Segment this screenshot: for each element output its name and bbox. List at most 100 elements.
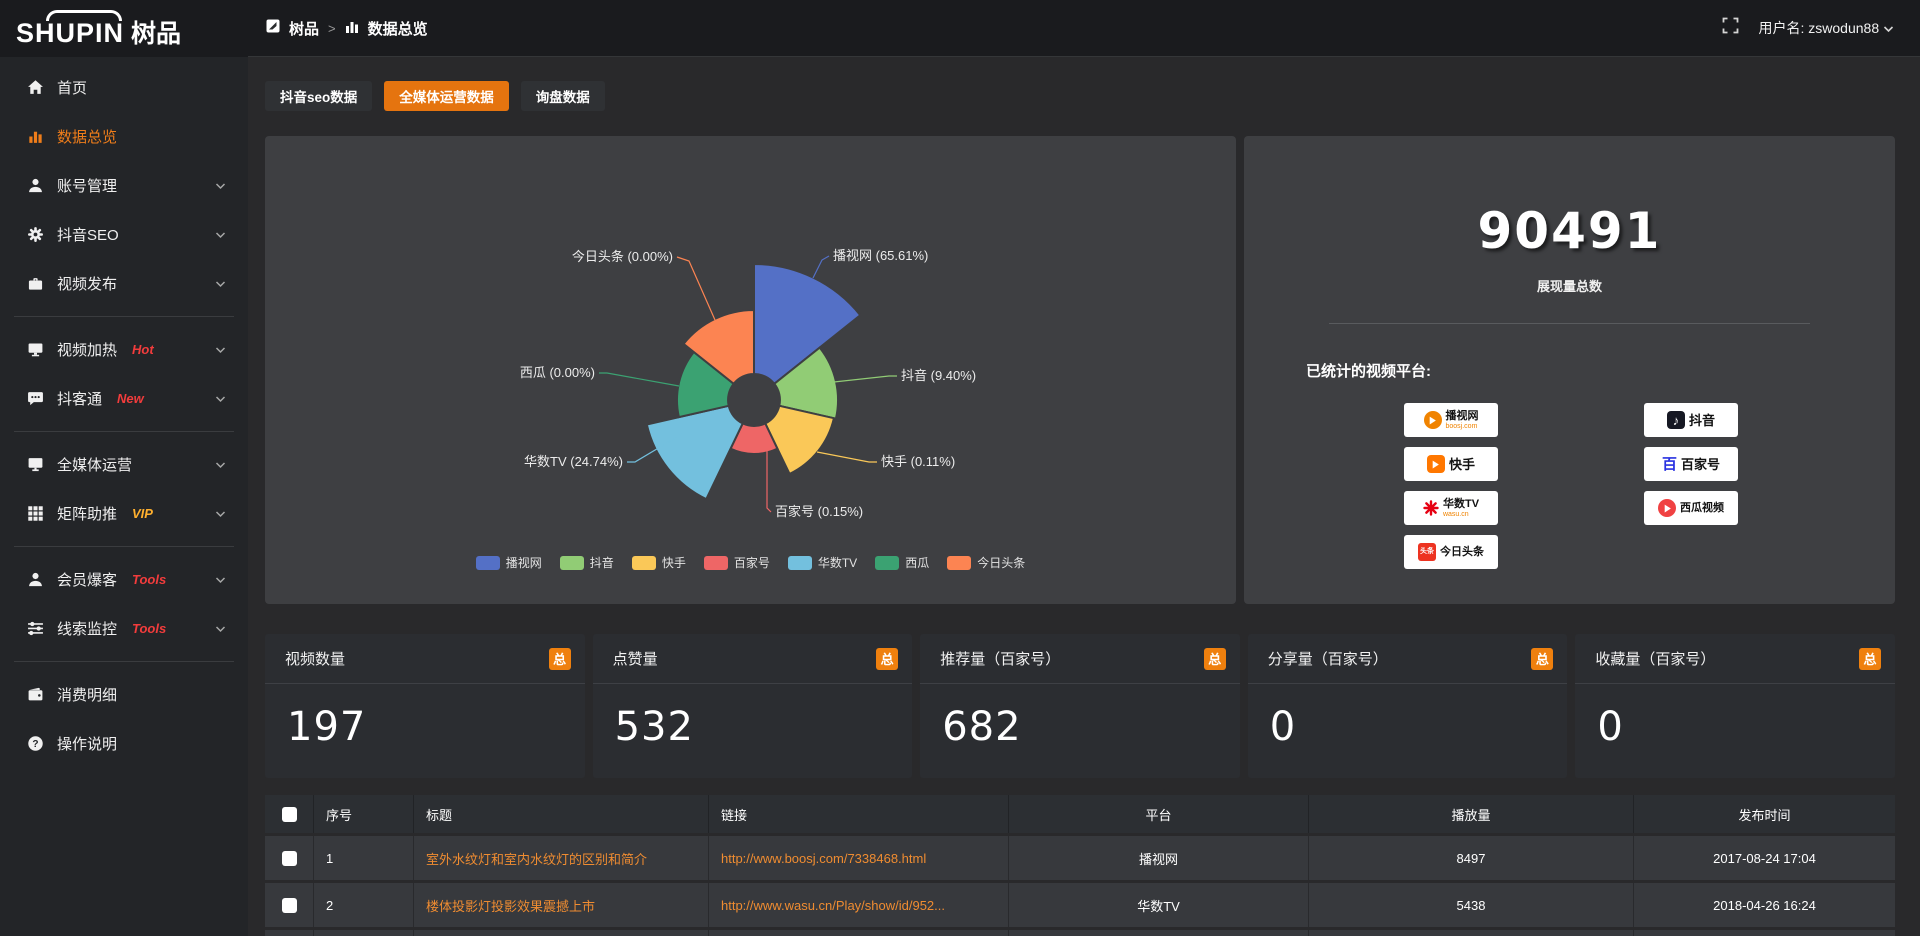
breadcrumb-separator: > (328, 21, 336, 36)
sliders-icon (26, 620, 44, 638)
pie-slice-label: 抖音 (9.40%) (901, 368, 976, 383)
stat-card-label: 分享量（百家号） (1268, 648, 1388, 669)
svg-text:?: ? (32, 739, 38, 750)
platform-logo-grid: 播视网boosj.com♪抖音快手百百家号华数TVwasu.cn西瓜视频头条今日… (1404, 403, 1895, 569)
row-time: 2017-08-24 17:04 (1633, 836, 1895, 880)
sidebar-item-label: 会员爆客 (57, 569, 117, 590)
legend-swatch (788, 556, 812, 570)
row-title[interactable]: 楼体投影灯投影效果震撼上市 (413, 883, 708, 927)
platform-card-text: 抖音 (1689, 414, 1715, 427)
topbar: 树品 > 数据总览 用户名: zswodun88 (248, 0, 1920, 57)
sidebar-item-label: 全媒体运营 (57, 454, 132, 475)
row-link[interactable] (708, 930, 1008, 936)
app-root: SHUPIN 树品 首页数据总览账号管理抖音SEO视频发布视频加热Hot抖客通N… (0, 0, 1920, 936)
legend-item[interactable]: 今日头条 (947, 554, 1025, 571)
stat-card-header: 点赞量总 (593, 634, 913, 684)
stat-card-2: 点赞量总532 (593, 634, 913, 778)
tab-2[interactable]: 全媒体运营数据 (384, 81, 509, 111)
chevron-down-icon (215, 275, 226, 292)
table-header-cell: 发布时间 (1633, 795, 1895, 833)
total-badge: 总 (1859, 648, 1881, 670)
row-link[interactable]: http://www.boosj.com/7338468.html (708, 836, 1008, 880)
sidebar-item-grid[interactable]: 矩阵助推VIP (0, 489, 248, 538)
chevron-down-icon (215, 620, 226, 637)
sidebar-item-chat[interactable]: 抖客通New (0, 374, 248, 423)
pie-slice-5[interactable] (647, 406, 743, 499)
row-title[interactable] (413, 930, 708, 936)
sidebar-item-display[interactable]: 全媒体运营 (0, 440, 248, 489)
row-link[interactable]: http://www.wasu.cn/Play/show/id/952... (708, 883, 1008, 927)
tab-1[interactable]: 抖音seo数据 (265, 81, 372, 111)
chevron-down-icon (215, 571, 226, 588)
tab-3[interactable]: 询盘数据 (521, 81, 605, 111)
breadcrumb-root[interactable]: 树品 (289, 18, 319, 39)
legend-item[interactable]: 百家号 (704, 554, 770, 571)
chevron-down-icon (215, 341, 226, 358)
table-checkbox-cell (265, 930, 313, 936)
legend-item[interactable]: 抖音 (560, 554, 614, 571)
platform-card: 西瓜视频 (1644, 491, 1738, 525)
sidebar-item-badge: New (117, 391, 144, 406)
select-all-checkbox[interactable] (282, 807, 297, 822)
legend-item[interactable]: 西瓜 (875, 554, 929, 571)
legend-item[interactable]: 播视网 (476, 554, 542, 571)
row-seq: 2 (313, 883, 413, 927)
sidebar-item-user[interactable]: 账号管理 (0, 161, 248, 210)
legend-swatch (476, 556, 500, 570)
pie-slice-3[interactable] (765, 406, 834, 474)
sidebar-item-home[interactable]: 首页 (0, 63, 248, 112)
row-platform: 播视网 (1008, 836, 1308, 880)
videos-table: 序号标题链接平台播放量发布时间1室外水纹灯和室内水纹灯的区别和简介http://… (265, 795, 1895, 936)
row-checkbox[interactable] (282, 898, 297, 913)
fullscreen-icon[interactable] (1722, 17, 1739, 39)
legend-label: 抖音 (590, 554, 614, 571)
grid-icon (26, 505, 44, 523)
stat-card-value: 682 (920, 684, 1240, 750)
sidebar-divider (14, 661, 234, 662)
table-row: 2楼体投影灯投影效果震撼上市http://www.wasu.cn/Play/sh… (265, 883, 1895, 927)
monitor-icon (26, 341, 44, 359)
app-logo[interactable]: SHUPIN 树品 (16, 10, 181, 47)
sidebar-item-label: 账号管理 (57, 175, 117, 196)
sidebar-item-label: 线索监控 (57, 618, 117, 639)
stat-card-3: 推荐量（百家号） 总 682 (920, 634, 1240, 778)
platform-card-text: 百家号 (1681, 458, 1720, 471)
table-header-checkbox-cell (265, 795, 313, 833)
sidebar-item-badge: VIP (132, 506, 153, 521)
platforms-section-label: 已统计的视频平台: (1306, 360, 1895, 381)
row-platform (1008, 930, 1308, 936)
legend-item[interactable]: 快手 (632, 554, 686, 571)
stat-card-label: 推荐量（百家号） (940, 648, 1060, 669)
sidebar-item-label: 首页 (57, 77, 87, 98)
stat-card-label: 视频数量 (285, 648, 345, 669)
table-row-partial (265, 930, 1895, 936)
legend-item[interactable]: 华数TV (788, 554, 857, 571)
home-icon (26, 79, 44, 97)
sidebar-item-sliders[interactable]: 线索监控Tools (0, 604, 248, 653)
play-circle-icon (1658, 499, 1676, 517)
total-badge: 总 (1204, 648, 1226, 670)
row-checkbox[interactable] (282, 851, 297, 866)
row-title[interactable]: 室外水纹灯和室内水纹灯的区别和简介 (413, 836, 708, 880)
sidebar-item-bar-chart[interactable]: 数据总览 (0, 112, 248, 161)
platform-card-text: 华数TVwasu.cn (1443, 499, 1479, 518)
logo-latin-text: SHUPIN (16, 20, 124, 47)
sidebar-item-gear[interactable]: 抖音SEO (0, 210, 248, 259)
platform-card: ♪抖音 (1644, 403, 1738, 437)
user-menu[interactable]: 用户名: zswodun88 (1759, 18, 1895, 38)
logo-cjk-text: 树品 (131, 21, 181, 47)
breadcrumb-current-icon (345, 20, 359, 37)
charts-row: 播视网 (65.61%)抖音 (9.40%)快手 (0.11%)百家号 (0.1… (265, 136, 1895, 604)
legend-label: 百家号 (734, 554, 770, 571)
platform-name: 华数TV (1443, 499, 1479, 510)
play-square-icon (1427, 455, 1445, 473)
platform-name: 播视网 (1446, 411, 1479, 422)
stat-card-label: 点赞量 (613, 648, 658, 669)
sidebar-item-question[interactable]: ?操作说明 (0, 719, 248, 768)
sidebar-item-wallet[interactable]: 消费明细 (0, 670, 248, 719)
sidebar-item-monitor[interactable]: 视频加热Hot (0, 325, 248, 374)
sidebar-item-briefcase[interactable]: 视频发布 (0, 259, 248, 308)
row-plays: 5438 (1308, 883, 1633, 927)
question-icon: ? (26, 735, 44, 753)
sidebar-item-member[interactable]: 会员爆客Tools (0, 555, 248, 604)
